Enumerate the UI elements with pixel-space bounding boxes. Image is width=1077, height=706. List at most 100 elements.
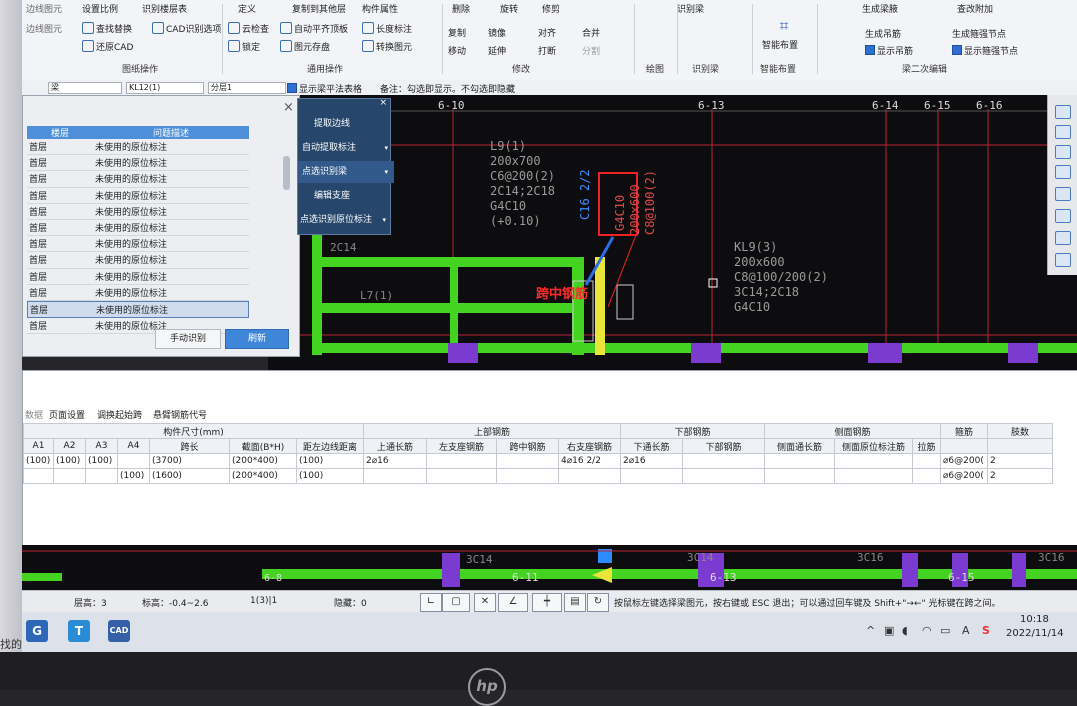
cell[interactable]: (200*400) (229, 468, 297, 484)
cell[interactable] (682, 453, 765, 469)
print-icon[interactable]: ▤ (564, 593, 586, 612)
view-3d-icon[interactable] (1055, 105, 1071, 119)
cell[interactable]: (3700) (149, 453, 230, 469)
mirror-button[interactable]: 镜像 (488, 26, 506, 39)
cell[interactable]: (100) (23, 453, 54, 469)
cell[interactable]: 2 (987, 453, 1053, 469)
angle-icon[interactable]: ∠ (498, 593, 528, 612)
set-scale-button[interactable]: 设置比例 (82, 2, 118, 15)
length-dim-button[interactable]: 长度标注 (362, 22, 412, 35)
table-row[interactable]: 首层 未使用的原位标注 (27, 269, 249, 285)
table-row[interactable]: 首层 未使用的原位标注 (27, 204, 249, 220)
member-attr-button[interactable]: 构件属性 (362, 2, 398, 15)
cell[interactable] (85, 468, 118, 484)
tray-up-icon[interactable]: ^ (866, 624, 875, 637)
table-row[interactable]: 首层 未使用的原位标注 (27, 285, 249, 301)
show-hanger-checkbox[interactable]: 显示吊筋 (865, 44, 913, 57)
table-row[interactable]: 首层 未使用的原位标注 (27, 139, 249, 156)
tray-s-icon[interactable]: S (982, 624, 990, 637)
break-button[interactable]: 打断 (538, 44, 556, 57)
app-g-icon[interactable]: G (26, 620, 48, 642)
select-box-icon[interactable]: ▢ (442, 593, 470, 612)
cell[interactable]: (100) (53, 453, 86, 469)
identify-floor-table-button[interactable]: 识别楼层表 (142, 2, 187, 15)
menu-item-edit-support[interactable]: 编辑支座 (298, 185, 406, 207)
layer-select[interactable]: 分层1 (208, 82, 286, 94)
gen-hanger-button[interactable]: 生成吊筋 (865, 27, 901, 40)
cell[interactable] (682, 468, 765, 484)
ribbon-item-edge[interactable]: 边线图元 (26, 2, 62, 15)
close-icon[interactable]: × (283, 100, 294, 115)
menu-item-extract-edge[interactable]: 提取边线 (298, 113, 406, 135)
cell[interactable] (426, 468, 497, 484)
table-row[interactable]: 首层 未使用的原位标注 (27, 155, 249, 172)
clock-date[interactable]: 2022/11/14 (1006, 628, 1064, 639)
refresh-button[interactable]: 刷新 (225, 329, 289, 349)
table-row[interactable]: 首层 未使用的原位标注 (27, 252, 249, 269)
find-replace-button[interactable]: 查找替换 (82, 22, 132, 35)
rotate-icon[interactable]: ↻ (587, 593, 609, 612)
smart-layout-icon[interactable]: ⌗ (764, 16, 804, 36)
cloud-check-button[interactable]: 云检查 (228, 22, 269, 35)
view-top-icon[interactable] (1055, 125, 1071, 139)
cell[interactable]: 2⌀16 (363, 453, 427, 469)
merge-button[interactable]: 合并 (582, 26, 600, 39)
view-side-icon[interactable] (1055, 165, 1071, 179)
copy-button[interactable]: 复制 (448, 26, 466, 39)
tray-ime[interactable]: A (962, 624, 970, 637)
menu-item-auto-extract[interactable]: 自动提取标注 ▾ (298, 137, 394, 159)
cell[interactable] (496, 453, 559, 469)
cell[interactable]: (100) (296, 453, 364, 469)
show-node-checkbox[interactable]: 显示箍强节点 (952, 44, 1018, 57)
cell[interactable] (117, 453, 150, 469)
member-select[interactable]: KL12(1) (126, 82, 204, 94)
gen-node-button[interactable]: 生成箍强节点 (952, 27, 1006, 40)
align-button[interactable]: 对齐 (538, 26, 556, 39)
cell[interactable] (23, 468, 54, 484)
cell[interactable]: (100) (296, 468, 364, 484)
cell[interactable] (764, 468, 835, 484)
cell[interactable]: (100) (117, 468, 150, 484)
tab-cantilever[interactable]: 悬臂钢筋代号 (153, 408, 207, 421)
tab-page-setup[interactable]: 页面设置 (49, 408, 85, 421)
tray-volume-icon[interactable]: ◖ (902, 624, 908, 637)
view-pan-icon[interactable] (1055, 253, 1071, 267)
smart-layout-button[interactable]: 智能布置 (762, 38, 798, 51)
cell[interactable] (620, 468, 683, 484)
menu-item-identify-in-situ[interactable]: 点选识别原位标注 ▾ (298, 209, 392, 231)
extend-button[interactable]: 延伸 (488, 44, 506, 57)
table-row[interactable]: 首层 未使用的原位标注 (27, 171, 249, 188)
cell[interactable] (834, 453, 913, 469)
cross-icon[interactable]: ✕ (474, 593, 496, 612)
view-rotate-icon[interactable] (1055, 209, 1071, 223)
cell[interactable]: 2⌀16 (620, 453, 683, 469)
cad-options-button[interactable]: CAD识别选项 (152, 22, 221, 35)
cell[interactable] (912, 453, 941, 469)
app-cad-icon[interactable]: CAD (108, 620, 130, 642)
table-row[interactable]: 首层 未使用的原位标注 (27, 188, 249, 204)
auto-align-button[interactable]: 自动平齐顶板 (280, 22, 348, 35)
menu-item-point-identify[interactable]: 点选识别梁 ▾ (298, 161, 394, 183)
cell[interactable] (834, 468, 913, 484)
table-row[interactable]: 首层 未使用的原位标注 (27, 236, 249, 253)
cell[interactable]: (1600) (149, 468, 230, 484)
cell[interactable]: (100) (85, 453, 118, 469)
cad-canvas-lower[interactable]: 3C14 3C14 3C16 3C16 6-8 6-11 6-13 6-15 (22, 545, 1077, 590)
cell[interactable] (496, 468, 559, 484)
ortho-icon[interactable]: ∟ (420, 593, 442, 612)
snap-icon[interactable]: ┿ (532, 593, 562, 612)
scrollbar-thumb[interactable] (283, 156, 290, 190)
cell[interactable]: (200*400) (229, 453, 297, 469)
cell[interactable]: 2 (987, 468, 1053, 484)
lock-button[interactable]: 锁定 (228, 40, 260, 53)
manual-identify-button[interactable]: 手动识别 (155, 329, 221, 349)
view-cube-icon[interactable] (1055, 231, 1071, 245)
move-button[interactable]: 移动 (448, 44, 466, 57)
type-select[interactable]: 梁 (48, 82, 122, 94)
convert-element-button[interactable]: 转换图元 (362, 40, 412, 53)
cell[interactable] (558, 468, 621, 484)
gen-haunch-button[interactable]: 生成梁腋 (862, 2, 898, 15)
view-front-icon[interactable] (1055, 145, 1071, 159)
delete-button[interactable]: 删除 (452, 2, 470, 15)
define-button[interactable]: 定义 (238, 2, 256, 15)
